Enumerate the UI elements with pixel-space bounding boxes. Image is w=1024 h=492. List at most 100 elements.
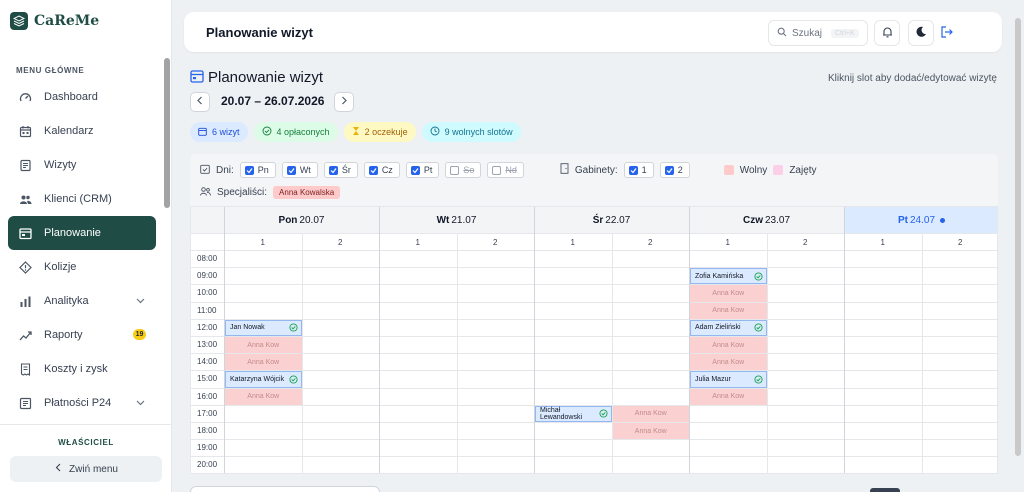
busy-slot[interactable]: Anna Kow — [612, 423, 689, 440]
calendar-cell[interactable] — [535, 285, 612, 301]
calendar-cell[interactable] — [303, 268, 380, 284]
calendar-cell[interactable] — [613, 354, 690, 370]
room-checkbox-1[interactable]: 1 — [623, 162, 654, 178]
calendar-cell[interactable] — [845, 371, 922, 387]
prev-week-button[interactable] — [190, 92, 210, 112]
calendar-cell[interactable] — [225, 440, 302, 456]
calendar-cell[interactable] — [458, 457, 535, 473]
sidebar-item-klienci[interactable]: Klienci (CRM) — [8, 182, 156, 216]
calendar-cell[interactable] — [535, 251, 612, 267]
calendar-cell[interactable] — [303, 303, 380, 319]
calendar-cell[interactable] — [768, 371, 845, 387]
sidebar-item-planowanie[interactable]: Planowanie — [8, 216, 156, 250]
busy-slot[interactable]: Anna Kow — [690, 354, 767, 371]
day-checkbox-sr[interactable]: Śr — [323, 162, 358, 178]
calendar-cell[interactable] — [923, 440, 998, 456]
appointment-slot[interactable]: Adam Zieliński — [690, 319, 767, 336]
sidebar-scrollbar[interactable] — [164, 58, 170, 208]
calendar-cell[interactable] — [613, 251, 690, 267]
calendar-cell[interactable] — [768, 406, 845, 422]
calendar-cell[interactable] — [613, 268, 690, 284]
calendar-cell[interactable] — [923, 268, 998, 284]
calendar-cell[interactable] — [458, 440, 535, 456]
calendar-cell[interactable] — [923, 423, 998, 439]
day-header[interactable]: Wt 21.07 — [379, 207, 534, 233]
calendar-cell[interactable] — [768, 457, 845, 473]
calendar-cell[interactable] — [923, 406, 998, 422]
sidebar-item-koszty[interactable]: Koszty i zysk — [8, 352, 156, 386]
sidebar-item-dashboard[interactable]: Dashboard — [8, 80, 156, 114]
appointment-slot[interactable]: Julia Mazur — [690, 371, 767, 388]
calendar-cell[interactable] — [225, 423, 302, 439]
calendar-cell[interactable] — [923, 285, 998, 301]
day-checkbox-pt[interactable]: Pt — [405, 162, 440, 178]
page-scrollbar[interactable] — [1015, 18, 1021, 456]
notifications-button[interactable] — [874, 20, 900, 46]
calendar-cell[interactable] — [845, 457, 922, 473]
search-input[interactable]: Szukaj Ctrl+K — [768, 20, 868, 46]
calendar-cell[interactable] — [380, 440, 457, 456]
calendar-cell[interactable] — [225, 457, 302, 473]
calendar-cell[interactable] — [923, 320, 998, 336]
calendar-cell[interactable] — [768, 337, 845, 353]
busy-slot[interactable]: Anna Kow — [225, 354, 302, 371]
calendar-cell[interactable] — [380, 354, 457, 370]
calendar-cell[interactable] — [613, 320, 690, 336]
calendar-cell[interactable] — [923, 354, 998, 370]
calendar-cell[interactable] — [535, 268, 612, 284]
busy-slot[interactable]: Anna Kow — [612, 405, 689, 422]
calendar-cell[interactable] — [380, 268, 457, 284]
calendar-cell[interactable] — [303, 371, 380, 387]
calendar-cell[interactable] — [690, 406, 767, 422]
calendar-cell[interactable] — [458, 320, 535, 336]
calendar-cell[interactable] — [380, 389, 457, 405]
calendar-cell[interactable] — [303, 423, 380, 439]
calendar-cell[interactable] — [845, 320, 922, 336]
calendar-cell[interactable] — [303, 354, 380, 370]
appointment-slot[interactable]: Zofia Kamińska — [690, 268, 767, 285]
calendar-cell[interactable] — [923, 303, 998, 319]
calendar-cell[interactable] — [768, 285, 845, 301]
calendar-cell[interactable] — [380, 303, 457, 319]
calendar-cell[interactable] — [768, 268, 845, 284]
calendar-cell[interactable] — [380, 285, 457, 301]
sidebar-item-raporty[interactable]: Raporty 19 — [8, 318, 156, 352]
calendar-cell[interactable] — [535, 320, 612, 336]
sidebar-item-wizyty[interactable]: Wizyty — [8, 148, 156, 182]
calendar-cell[interactable] — [923, 337, 998, 353]
day-header[interactable]: Czw 23.07 — [689, 207, 844, 233]
day-checkbox-cz[interactable]: Cz — [363, 162, 400, 178]
calendar-cell[interactable] — [303, 320, 380, 336]
calendar-cell[interactable] — [303, 251, 380, 267]
calendar-cell[interactable] — [535, 303, 612, 319]
calendar-cell[interactable] — [690, 423, 767, 439]
calendar-cell[interactable] — [458, 389, 535, 405]
calendar-cell[interactable] — [535, 440, 612, 456]
calendar-cell[interactable] — [923, 371, 998, 387]
calendar-cell[interactable] — [690, 251, 767, 267]
brand[interactable]: CaReMe — [10, 10, 99, 32]
calendar-cell[interactable] — [303, 406, 380, 422]
calendar-cell[interactable] — [380, 371, 457, 387]
calendar-cell[interactable] — [303, 285, 380, 301]
sidebar-item-analityka[interactable]: Analityka — [8, 284, 156, 318]
calendar-cell[interactable] — [535, 457, 612, 473]
appointment-slot[interactable]: Katarzyna Wójcik — [225, 371, 302, 388]
calendar-cell[interactable] — [845, 440, 922, 456]
calendar-cell[interactable] — [458, 371, 535, 387]
calendar-cell[interactable] — [225, 406, 302, 422]
calendar-cell[interactable] — [458, 268, 535, 284]
theme-toggle-button[interactable] — [908, 20, 934, 46]
calendar-cell[interactable] — [613, 389, 690, 405]
day-header[interactable]: Pt 24.07 — [844, 207, 997, 233]
calendar-cell[interactable] — [380, 457, 457, 473]
calendar-cell[interactable] — [225, 251, 302, 267]
calendar-cell[interactable] — [923, 251, 998, 267]
calendar-cell[interactable] — [845, 251, 922, 267]
calendar-cell[interactable] — [535, 337, 612, 353]
collapse-menu-button[interactable]: Zwiń menu — [10, 456, 162, 482]
calendar-cell[interactable] — [768, 320, 845, 336]
calendar-cell[interactable] — [768, 423, 845, 439]
busy-slot[interactable]: Anna Kow — [690, 302, 767, 319]
specialist-chip[interactable]: Anna Kowalska — [273, 186, 341, 199]
